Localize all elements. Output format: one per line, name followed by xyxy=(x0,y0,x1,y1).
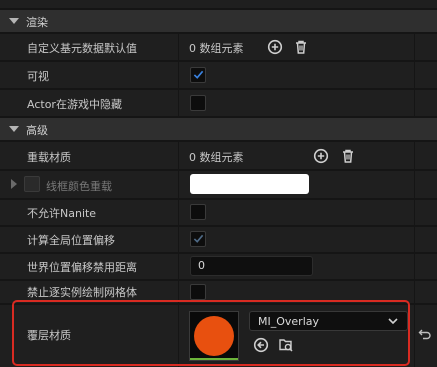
property-row-wireframe-color-override: 线框颜色重载 xyxy=(0,171,437,198)
property-label: 禁止逐实例绘制网格体 xyxy=(27,286,137,299)
property-row-evaluate-wpo: 计算全局位置偏移 xyxy=(0,227,437,252)
highlight-box xyxy=(12,300,410,366)
collapse-arrow-icon xyxy=(9,126,19,132)
property-label: 线框颜色重载 xyxy=(46,180,112,193)
property-label: 不允许Nanite xyxy=(27,207,97,220)
property-label: 世界位置偏移禁用距离 xyxy=(27,261,137,274)
property-label: 可视 xyxy=(27,70,49,83)
reset-to-default-icon[interactable] xyxy=(418,327,432,341)
property-row-actor-hidden-in-game: Actor在游戏中隐藏 xyxy=(0,90,437,116)
actor-hidden-checkbox[interactable] xyxy=(190,95,206,111)
input-value: 0 xyxy=(198,259,205,272)
wpo-distance-input[interactable]: 0 xyxy=(190,256,313,276)
add-element-icon[interactable] xyxy=(267,39,283,55)
property-label: 计算全局位置偏移 xyxy=(27,234,115,247)
delete-all-icon[interactable] xyxy=(293,39,309,55)
property-label: 重载材质 xyxy=(27,151,71,164)
delete-all-icon[interactable] xyxy=(340,148,356,164)
evaluate-wpo-checkbox[interactable] xyxy=(190,231,206,247)
disallow-nanite-checkbox[interactable] xyxy=(190,204,206,220)
add-element-icon[interactable] xyxy=(313,148,329,164)
category-header-advanced[interactable]: 高级 xyxy=(0,118,437,140)
property-row-wpo-disable-distance: 世界位置偏移禁用距离 0 xyxy=(0,254,437,279)
property-row-visible: 可视 xyxy=(0,62,437,88)
checkmark-icon xyxy=(193,234,204,243)
expand-arrow-icon[interactable] xyxy=(11,179,17,189)
top-strip xyxy=(0,0,437,8)
property-label: 自定义基元数据默认值 xyxy=(27,42,137,55)
disallow-instanced-checkbox[interactable] xyxy=(190,284,206,300)
wireframe-override-checkbox[interactable] xyxy=(24,176,40,192)
category-title: 高级 xyxy=(26,124,48,137)
collapse-arrow-icon xyxy=(9,18,19,24)
visible-checkbox[interactable] xyxy=(190,67,206,83)
array-count: 0 数组元素 xyxy=(189,151,244,164)
array-count: 0 数组元素 xyxy=(189,42,244,55)
color-swatch[interactable] xyxy=(190,174,309,194)
category-header-rendering[interactable]: 渲染 xyxy=(0,10,437,32)
property-row-disallow-nanite: 不允许Nanite xyxy=(0,200,437,225)
checkmark-icon xyxy=(193,70,204,79)
property-row-override-materials: 重载材质 0 数组元素 xyxy=(0,142,437,169)
category-title: 渲染 xyxy=(26,16,48,29)
property-row-custom-primitive-data: 自定义基元数据默认值 0 数组元素 xyxy=(0,34,437,60)
property-label: Actor在游戏中隐藏 xyxy=(27,98,122,111)
